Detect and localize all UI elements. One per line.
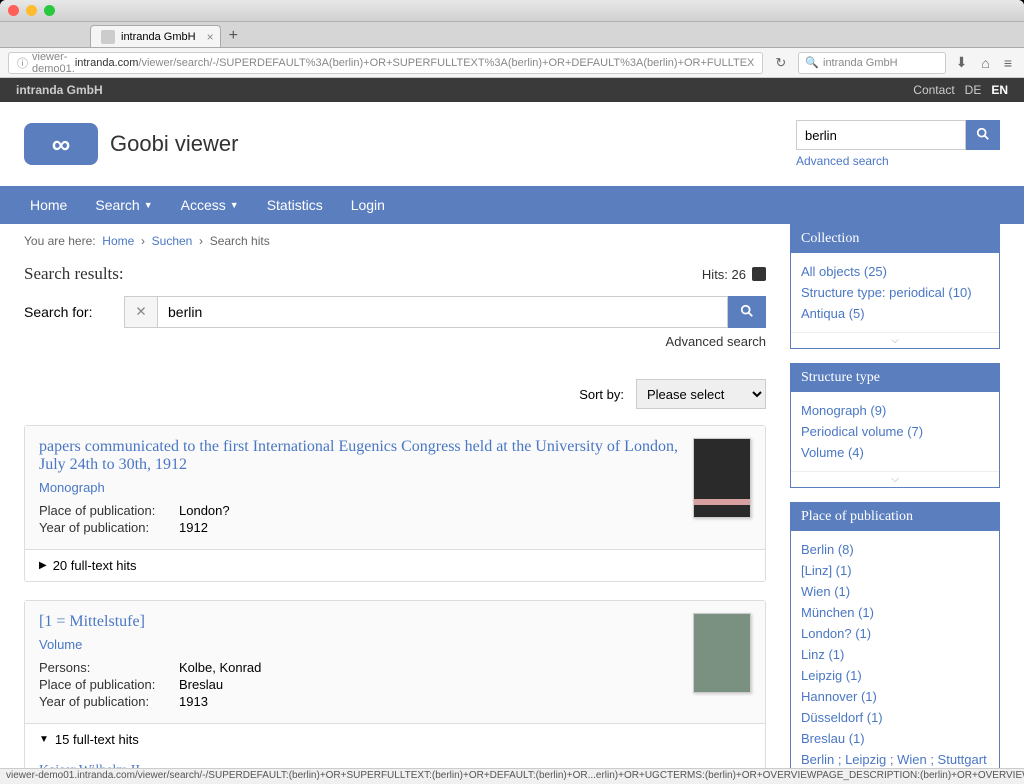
sort-select[interactable]: Please select (636, 379, 766, 409)
facet-link[interactable]: London? (1) (801, 623, 989, 644)
breadcrumb-home[interactable]: Home (102, 234, 134, 248)
nav-home[interactable]: Home (16, 186, 81, 224)
facet-link[interactable]: Wien (1) (801, 581, 989, 602)
result-thumbnail[interactable] (693, 613, 751, 693)
search-submit-button[interactable] (728, 296, 766, 328)
menu-icon[interactable]: ≡ (1000, 55, 1016, 71)
facet-link[interactable]: München (1) (801, 602, 989, 623)
sort-by-label: Sort by: (579, 387, 624, 402)
breadcrumb-suchen[interactable]: Suchen (152, 234, 193, 248)
site-brand: intranda GmbH (16, 83, 903, 97)
facet-link[interactable]: [Linz] (1) (801, 560, 989, 581)
facet-link[interactable]: Düsseldorf (1) (801, 707, 989, 728)
breadcrumb: You are here: Home › Suchen › Search hit… (24, 224, 766, 258)
facet-link[interactable]: Linz (1) (801, 644, 989, 665)
widget-header: Place of publication (791, 503, 999, 531)
facet-link[interactable]: Breslau (1) (801, 728, 989, 749)
contact-link[interactable]: Contact (913, 83, 954, 97)
status-bar: viewer-demo01.intranda.com/viewer/search… (0, 768, 1024, 784)
search-icon: 🔍 (805, 56, 819, 69)
address-bar: ⓘ viewer-demo01.intranda.com/viewer/sear… (0, 48, 1024, 78)
nav-login[interactable]: Login (337, 186, 399, 224)
download-icon[interactable]: ⬇ (952, 54, 972, 71)
hit-count: Hits: 26 (702, 267, 746, 282)
lang-de-link[interactable]: DE (965, 83, 982, 97)
widget-header: Collection (791, 225, 999, 253)
search-for-label: Search for: (24, 304, 124, 320)
facet-link[interactable]: Antiqua (5) (801, 303, 989, 324)
search-result: [1 = Mittelstufe] Volume Persons:Kolbe, … (24, 600, 766, 784)
result-type[interactable]: Volume (39, 637, 681, 652)
search-input[interactable] (158, 296, 728, 328)
result-title-link[interactable]: [1 = Mittelstufe] (39, 613, 145, 630)
new-tab-button[interactable]: + (221, 25, 246, 47)
url-input[interactable]: ⓘ viewer-demo01.intranda.com/viewer/sear… (8, 52, 763, 74)
facet-link[interactable]: Volume (4) (801, 442, 989, 463)
browser-tabbar: intranda GmbH × + (0, 22, 1024, 48)
triangle-down-icon: ▼ (39, 734, 49, 745)
close-window-button[interactable] (8, 5, 19, 16)
facet-link[interactable]: Leipzig (1) (801, 665, 989, 686)
chevron-down-icon: ▼ (230, 200, 239, 210)
main-nav: Home Search ▼ Access ▼ Statistics Login (0, 186, 1024, 224)
structure-widget: Structure type Monograph (9)Periodical v… (790, 363, 1000, 488)
minimize-window-button[interactable] (26, 5, 37, 16)
page-title: Search results: Hits: 26 (24, 264, 766, 284)
tab-title: intranda GmbH (121, 31, 196, 43)
reload-button[interactable]: ↻ (769, 55, 792, 71)
site-topbar: intranda GmbH Contact DE EN (0, 78, 1024, 102)
logo-text: Goobi viewer (110, 131, 238, 157)
close-tab-button[interactable]: × (207, 30, 214, 44)
nav-access[interactable]: Access ▼ (167, 186, 253, 224)
logo-infinity-icon: ∞ (24, 123, 98, 165)
collection-widget: Collection All objects (25)Structure typ… (790, 224, 1000, 349)
facet-link[interactable]: Hannover (1) (801, 686, 989, 707)
nav-search[interactable]: Search ▼ (81, 186, 166, 224)
facet-link[interactable]: All objects (25) (801, 261, 989, 282)
clear-search-button[interactable]: ✕ (124, 296, 158, 328)
header-search-button[interactable] (966, 120, 1000, 150)
site-logo[interactable]: ∞ Goobi viewer (24, 123, 796, 165)
maximize-window-button[interactable] (44, 5, 55, 16)
widget-header: Structure type (791, 364, 999, 392)
facet-link[interactable]: Structure type: periodical (10) (801, 282, 989, 303)
browser-search-input[interactable]: 🔍 intranda GmbH (798, 52, 945, 74)
nav-statistics[interactable]: Statistics (253, 186, 337, 224)
home-icon[interactable]: ⌂ (977, 55, 993, 71)
triangle-right-icon: ▶ (39, 560, 47, 571)
header-search-input[interactable] (796, 120, 966, 150)
rss-icon[interactable] (752, 267, 766, 281)
widget-expand-toggle[interactable]: ⌵ (791, 332, 999, 348)
facet-link[interactable]: Monograph (9) (801, 400, 989, 421)
advanced-search-link-2[interactable]: Advanced search (666, 334, 766, 349)
place-widget: Place of publication Berlin (8)[Linz] (1… (790, 502, 1000, 784)
search-result: papers communicated to the first Interna… (24, 425, 766, 582)
advanced-search-link[interactable]: Advanced search (796, 154, 889, 168)
facet-link[interactable]: Berlin (8) (801, 539, 989, 560)
chevron-down-icon: ▼ (144, 200, 153, 210)
result-thumbnail[interactable] (693, 438, 751, 518)
lang-en-link[interactable]: EN (991, 83, 1008, 97)
result-title-link[interactable]: papers communicated to the first Interna… (39, 438, 678, 473)
widget-expand-toggle[interactable]: ⌵ (791, 471, 999, 487)
result-type[interactable]: Monograph (39, 480, 681, 495)
browser-tab[interactable]: intranda GmbH × (90, 25, 221, 47)
window-titlebar (0, 0, 1024, 22)
fulltext-hits-toggle[interactable]: ▶ 20 full-text hits (25, 549, 765, 581)
fulltext-hits-toggle[interactable]: ▼ 15 full-text hits (25, 723, 765, 755)
breadcrumb-current: Search hits (210, 234, 270, 248)
facet-link[interactable]: Periodical volume (7) (801, 421, 989, 442)
favicon-icon (101, 30, 115, 44)
